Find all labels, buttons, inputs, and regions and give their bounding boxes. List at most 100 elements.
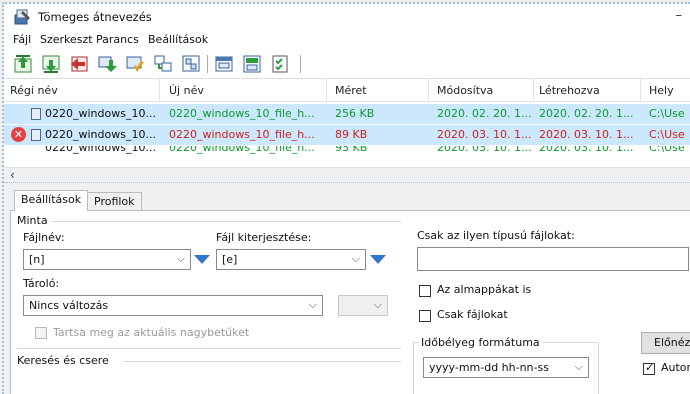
checkmark-icon: ✓ [645, 361, 655, 374]
scroll-left-icon[interactable]: ‹ [10, 168, 15, 182]
checklist-icon[interactable] [270, 54, 290, 74]
menu-bar: Fájl Szerkeszt Parancs Beállítások [4, 30, 690, 50]
extension-combo[interactable]: [e] ⌵ [216, 249, 366, 270]
minimize-button[interactable]: – [676, 8, 683, 23]
files-only-checkbox[interactable] [419, 310, 431, 322]
timestamp-group-title: Időbélyeg formátuma [419, 336, 542, 349]
filename-value: [n] [29, 253, 45, 266]
file-list: Régi név Új név Méret Módosítva Létrehoz… [4, 79, 690, 167]
subfolders-label: Az almappákat is [437, 283, 532, 296]
tab-profiles[interactable]: Profilok [87, 192, 142, 210]
filename-label: Fájlnév: [23, 231, 65, 244]
remove-icon[interactable] [125, 54, 145, 74]
chevron-down-icon[interactable]: ⌵ [352, 252, 360, 266]
cell-location: C:\Use [649, 128, 685, 141]
storage-secondary-combo: ⌵ [338, 295, 388, 316]
title-bar: Tömeges átnevezés – [4, 4, 690, 30]
toolbar-separator [300, 55, 301, 73]
menu-edit[interactable]: Szerkeszt [40, 33, 93, 46]
insert-extension-token-button[interactable] [370, 255, 386, 264]
column-divider[interactable] [533, 79, 534, 101]
settings-area: Beállítások Profilok Minta Fájlnév: [n] … [4, 188, 690, 394]
pattern-group-title: Minta [17, 214, 48, 227]
window-title: Tömeges átnevezés [38, 10, 152, 24]
cell-size: 89 KB [335, 128, 368, 141]
storage-label: Tároló: [23, 277, 60, 290]
cell-size: 256 KB [335, 107, 375, 120]
cell-created: 2020. 03. 10. 1... [539, 128, 634, 141]
insert-filename-token-button[interactable] [194, 255, 210, 264]
column-divider[interactable] [640, 79, 641, 101]
filename-combo[interactable]: [n] ⌵ [23, 249, 191, 270]
chevron-down-icon: ⌵ [373, 298, 382, 311]
toolbar-separator [207, 55, 208, 73]
storage-combo[interactable]: Nincs változás ⌵ [23, 295, 323, 316]
horizontal-scrollbar[interactable]: ‹ [4, 167, 690, 182]
timestamp-format-value: yyyy-mm-dd hh-nn-ss [429, 361, 549, 374]
cell-old-name: 0220_windows_10... [45, 107, 156, 120]
timestamp-format-combo[interactable]: yyyy-mm-dd hh-nn-ss ⌵ [423, 357, 589, 378]
table-row[interactable]: 0220_windows_10... 0220_windows_10_file_… [4, 146, 690, 154]
group-divider [17, 348, 401, 349]
column-header-old-name[interactable]: Régi név [10, 84, 58, 97]
table-row[interactable]: ✕ 0220_windows_10... 0220_windows_10_fil… [4, 125, 690, 145]
cell-created: 2020. 02. 20. 1... [539, 107, 634, 120]
file-types-input[interactable] [417, 247, 689, 271]
chevron-down-icon[interactable]: ⌵ [177, 252, 185, 266]
cell-location: C:\Use [649, 107, 685, 120]
column-header-modified[interactable]: Módosítva [437, 84, 493, 97]
cell-new-name: 0220_windows_10_file_h... [169, 107, 315, 120]
search-replace-group-title: Keresés és csere [17, 354, 109, 367]
subfolders-checkbox[interactable] [419, 285, 431, 297]
column-header-location[interactable]: Hely [649, 84, 674, 97]
open-icon[interactable] [214, 54, 234, 74]
cell-size: 93 KB [335, 146, 368, 154]
add-folder-icon[interactable] [181, 54, 201, 74]
storage-value: Nincs változás [29, 299, 109, 312]
menu-settings[interactable]: Beállítások [148, 33, 208, 46]
cell-location: C:\Use [649, 146, 685, 154]
move-top-icon[interactable] [13, 54, 33, 74]
extension-label: Fájl kiterjesztése: [216, 231, 312, 244]
column-header-created[interactable]: Létrehozva [539, 84, 600, 97]
move-bottom-icon[interactable] [41, 54, 61, 74]
menu-file[interactable]: Fájl [13, 33, 31, 46]
move-down-icon[interactable] [97, 54, 117, 74]
column-header-size[interactable]: Méret [335, 84, 367, 97]
main-window: Tömeges átnevezés – Fájl Szerkeszt Paran… [2, 2, 690, 394]
extension-value: [e] [222, 253, 238, 266]
menu-command[interactable]: Parancs [96, 33, 139, 46]
keep-case-label: Tartsa meg az aktuális nagybetűket [53, 326, 250, 339]
cell-modified: 2020. 03. 10. 1... [437, 146, 532, 154]
error-icon: ✕ [11, 127, 26, 142]
file-icon [31, 129, 41, 141]
add-files-icon[interactable] [153, 54, 173, 74]
column-divider[interactable] [159, 79, 160, 101]
move-up-icon[interactable] [69, 54, 89, 74]
chevron-down-icon[interactable]: ⌵ [309, 298, 317, 312]
cell-modified: 2020. 03. 10. 1... [437, 128, 532, 141]
auto-checkbox[interactable]: ✓ [643, 361, 655, 375]
toolbar [4, 50, 690, 79]
header-divider [4, 101, 690, 102]
file-icon [31, 108, 41, 120]
settings-panel: Minta Fájlnév: [n] ⌵ Fájl kiterjesztése:… [10, 210, 690, 394]
tab-settings[interactable]: Beállítások [14, 190, 89, 211]
keep-case-checkbox [35, 327, 47, 339]
auto-label: Automatikus [661, 361, 690, 374]
cell-created: 2020. 03. 10. 1... [539, 146, 634, 154]
group-divider [123, 361, 401, 362]
group-divider [51, 221, 401, 222]
rename-app-icon [14, 9, 32, 25]
chevron-down-icon[interactable]: ⌵ [575, 360, 583, 374]
file-types-label: Csak az ilyen típusú fájlokat: [417, 229, 575, 242]
files-only-label: Csak fájlokat [437, 308, 508, 321]
table-row[interactable]: 0220_windows_10... 0220_windows_10_file_… [4, 104, 690, 124]
preview-button[interactable]: Előnézet [641, 332, 690, 354]
column-header-new-name[interactable]: Új név [169, 84, 204, 97]
save-icon[interactable] [242, 54, 262, 74]
cell-new-name: 0220_windows_10_file_h... [169, 146, 315, 154]
column-divider[interactable] [326, 79, 327, 101]
cell-new-name: 0220_windows_10_file_h... [169, 128, 315, 141]
column-divider[interactable] [428, 79, 429, 101]
